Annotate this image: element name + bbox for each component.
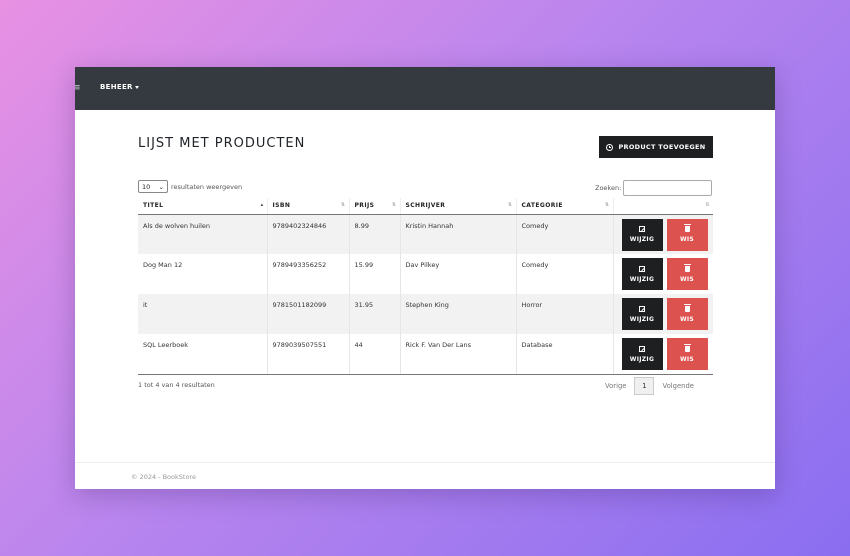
sort-icon: ⇅ <box>507 202 513 208</box>
navbar: ≡ BEHEER <box>75 67 775 110</box>
cell-isbn: 9789039507551 <box>267 334 350 375</box>
cell-actions: WIJZIG WIS <box>613 254 713 294</box>
sort-icon: ⇅ <box>604 202 610 208</box>
add-product-label: PRODUCT TOEVOEGEN <box>618 143 706 151</box>
column-header-actions: ⇅ <box>613 198 713 215</box>
cell-title: Als de wolven huilen <box>138 214 268 254</box>
search-label: Zoeken: <box>595 184 622 192</box>
cell-author: Kristin Hannah <box>400 214 517 254</box>
nav-menu-beheer[interactable]: BEHEER <box>100 83 139 91</box>
edit-button[interactable]: WIJZIG <box>621 218 663 251</box>
column-header-titel[interactable]: TITEL ▴ <box>138 198 268 215</box>
cell-title: Dog Man 12 <box>138 254 268 294</box>
length-select[interactable]: 10 ⌄ <box>138 180 168 193</box>
sort-icon: ⇅ <box>391 202 397 208</box>
page-1-button[interactable]: 1 <box>634 377 655 395</box>
trash-icon <box>683 303 691 312</box>
column-header-isbn[interactable]: ISBN ⇅ <box>267 198 350 215</box>
footer-text: © 2024 - BookStore <box>131 473 196 481</box>
chevron-down-icon: ⌄ <box>158 182 164 191</box>
edit-button[interactable]: WIJZIG <box>621 258 663 290</box>
cell-isbn: 9789402324846 <box>267 214 350 254</box>
table-row: Dog Man 12 9789493356252 15.99 Dav Pilke… <box>138 254 713 294</box>
next-page-button[interactable]: Volgende <box>662 382 693 390</box>
delete-button[interactable]: WIS <box>666 218 708 251</box>
table-info: 1 tot 4 van 4 resultaten <box>138 381 215 389</box>
column-header-categorie[interactable]: CATEGORIE ⇅ <box>516 198 614 215</box>
length-suffix: resultaten weergeven <box>171 182 243 191</box>
cell-category: Comedy <box>516 214 614 254</box>
pagination: Vorige 1 Volgende <box>605 377 694 395</box>
cell-price: 44 <box>349 334 401 375</box>
edit-button[interactable]: WIJZIG <box>621 298 663 330</box>
edit-icon <box>639 226 645 232</box>
trash-icon <box>683 224 691 232</box>
table-header-row: TITEL ▴ ISBN ⇅ PRIJS ⇅ SCHRIJVER ⇅ CATEGORIE… <box>138 198 713 215</box>
edit-icon <box>639 345 645 352</box>
table-row: Als de wolven huilen 9789402324846 8.99 … <box>138 214 713 254</box>
delete-button[interactable]: WIS <box>666 298 708 330</box>
delete-label: WIS <box>679 236 695 243</box>
cell-price: 8.99 <box>349 214 401 254</box>
trash-icon <box>683 343 691 352</box>
cell-category: Horror <box>516 294 614 334</box>
products-table: TITEL ▴ ISBN ⇅ PRIJS ⇅ SCHRIJVER ⇅ CATEGORIE… <box>138 198 713 375</box>
page-title: LIJST MET PRODUCTEN <box>138 136 306 151</box>
footer: © 2024 - BookStore <box>75 462 775 489</box>
delete-button[interactable]: WIS <box>666 258 708 290</box>
cell-title: SQL Leerboek <box>138 334 268 375</box>
delete-button[interactable]: WIS <box>666 338 708 370</box>
search-input[interactable] <box>623 180 713 196</box>
edit-label: WIJZIG <box>629 355 655 363</box>
edit-button[interactable]: WIJZIG <box>621 338 663 370</box>
nav-menu-label: BEHEER <box>100 83 133 91</box>
cell-price: 31.95 <box>349 294 401 334</box>
cell-price: 15.99 <box>349 254 401 294</box>
length-control: 10 ⌄ resultaten weergeven <box>138 180 242 193</box>
edit-icon <box>639 265 645 272</box>
cell-actions: WIJZIG WIS <box>613 334 713 375</box>
trash-icon <box>683 263 691 272</box>
length-value: 10 <box>142 182 151 191</box>
cell-author: Stephen King <box>400 294 517 334</box>
cell-author: Dav Pilkey <box>400 254 517 294</box>
search-control: Zoeken: <box>595 180 713 196</box>
previous-page-button[interactable]: Vorige <box>605 382 626 390</box>
cell-category: Comedy <box>516 254 614 294</box>
caret-down-icon <box>134 86 139 89</box>
cell-isbn: 9789493356252 <box>267 254 350 294</box>
table-row: it 9781501182099 31.95 Stephen King Horr… <box>138 294 713 334</box>
add-product-button[interactable]: PRODUCT TOEVOEGEN <box>599 136 713 158</box>
cell-category: Database <box>516 334 614 375</box>
cell-actions: WIJZIG WIS <box>613 214 713 254</box>
cell-isbn: 9781501182099 <box>267 294 350 334</box>
sort-icon: ⇅ <box>705 202 710 208</box>
cell-actions: WIJZIG WIS <box>613 294 713 334</box>
plus-circle-icon <box>606 143 614 151</box>
column-header-prijs[interactable]: PRIJS ⇅ <box>349 198 401 215</box>
menu-icon[interactable]: ≡ <box>75 82 81 94</box>
edit-label: WIJZIG <box>629 275 655 283</box>
column-header-schrijver[interactable]: SCHRIJVER ⇅ <box>400 198 517 215</box>
delete-label: WIS <box>679 315 695 323</box>
sort-icon: ⇅ <box>340 202 346 208</box>
cell-author: Rick F. Van Der Lans <box>400 334 517 375</box>
delete-label: WIS <box>679 275 695 283</box>
edit-label: WIJZIG <box>629 236 655 243</box>
edit-label: WIJZIG <box>629 315 655 323</box>
app-window: ≡ BEHEER LIJST MET PRODUCTEN PRODUCT TOE… <box>75 67 775 489</box>
delete-label: WIS <box>679 355 695 363</box>
table-row: SQL Leerboek 9789039507551 44 Rick F. Va… <box>138 334 713 375</box>
cell-title: it <box>138 294 268 334</box>
edit-icon <box>639 305 645 312</box>
sort-icon: ▴ <box>260 202 264 208</box>
